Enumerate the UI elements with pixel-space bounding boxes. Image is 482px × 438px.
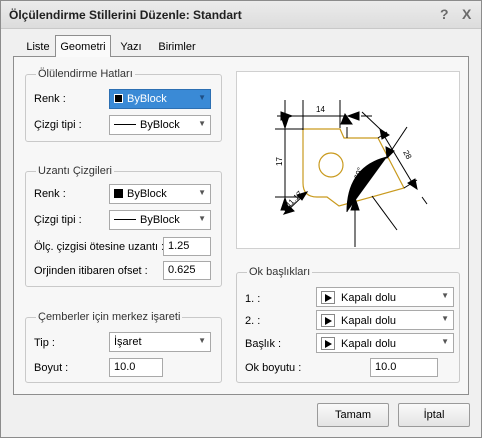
combo-value: İşaret: [114, 336, 142, 348]
ok-button[interactable]: Tamam: [317, 403, 389, 427]
chevron-down-icon: ▼: [441, 314, 449, 323]
chevron-down-icon: ▼: [441, 337, 449, 346]
combo-value: ByBlock: [127, 93, 167, 105]
linetype-label: Çizgi tipi :: [34, 214, 82, 226]
group-title: Ölülendirme Hatları: [36, 68, 135, 80]
linetype-label: Çizgi tipi :: [34, 119, 82, 131]
chevron-down-icon: ▼: [441, 291, 449, 300]
center-mark-type-label: Tip :: [34, 337, 55, 349]
offset-origin-label: Orjinden itibaren ofset :: [34, 265, 148, 277]
chevron-down-icon: ▼: [198, 119, 206, 128]
tab-liste[interactable]: Liste: [21, 37, 55, 57]
leader-arrow-label: Başlık :: [245, 338, 282, 350]
filled-arrow-icon: [321, 337, 335, 350]
extend-beyond-input[interactable]: 1.25: [163, 237, 211, 256]
tab-birimler[interactable]: Birimler: [152, 37, 202, 57]
line-sample: [114, 124, 136, 125]
group-title: Çemberler için merkez işareti: [36, 311, 183, 323]
combo-value: ByBlock: [127, 188, 167, 200]
arrow-size-label: Ok boyutu :: [245, 362, 302, 374]
title-bar[interactable]: Ölçülendirme Stillerini Düzenle: Standar…: [1, 1, 481, 29]
leader-arrow-select[interactable]: Kapalı dolu ▼: [316, 333, 454, 353]
combo-value: Kapalı dolu: [341, 338, 397, 350]
combo-value: ByBlock: [140, 214, 180, 226]
offset-origin-input[interactable]: 0.625: [163, 261, 211, 280]
arrow-size-input[interactable]: 10.0: [370, 358, 438, 377]
chevron-down-icon: ▼: [198, 93, 206, 102]
color-label: Renk :: [34, 93, 66, 105]
center-mark-size-input[interactable]: 10.0: [109, 358, 163, 377]
group-title: Ok başlıkları: [247, 266, 313, 278]
extension-line-linetype-select[interactable]: ByBlock ▼: [109, 210, 211, 230]
second-arrow-label: 2. :: [245, 315, 261, 327]
filled-arrow-icon: [321, 291, 335, 304]
second-arrow-select[interactable]: Kapalı dolu ▼: [316, 310, 454, 330]
cancel-button[interactable]: İptal: [398, 403, 470, 427]
group-title: Uzantı Çizgileri: [36, 165, 114, 177]
combo-value: ByBlock: [140, 119, 180, 131]
help-icon[interactable]: ?: [440, 6, 449, 22]
filled-arrow-icon: [321, 314, 335, 327]
window-title: Ölçülendirme Stillerini Düzenle: Standar…: [9, 8, 242, 22]
combo-value: Kapalı dolu: [341, 315, 397, 327]
combo-value: Kapalı dolu: [341, 292, 397, 304]
dimension-line-color-select[interactable]: ByBlock ▼: [109, 89, 211, 109]
color-swatch: [114, 189, 123, 198]
dimension-preview: 14 17 28 60° R11.17: [236, 71, 460, 249]
chevron-down-icon: ▼: [198, 336, 206, 345]
dim-text-left: 17: [275, 157, 284, 166]
color-swatch: [114, 94, 123, 103]
chevron-down-icon: ▼: [198, 214, 206, 223]
dim-text-diagonal: 28: [401, 149, 413, 162]
dialog-window: Ölçülendirme Stillerini Düzenle: Standar…: [0, 0, 482, 438]
tab-yazi[interactable]: Yazı: [116, 37, 146, 57]
extend-beyond-label: Ölç. çizgisi ötesine uzantı :: [34, 241, 165, 253]
preview-drawing: 14 17 28 60° R11.17: [275, 100, 428, 247]
extension-line-color-select[interactable]: ByBlock ▼: [109, 184, 211, 204]
first-arrow-select[interactable]: Kapalı dolu ▼: [316, 287, 454, 307]
color-label: Renk :: [34, 188, 66, 200]
line-sample: [114, 219, 136, 220]
chevron-down-icon: ▼: [198, 188, 206, 197]
center-mark-size-label: Boyut :: [34, 362, 69, 374]
dim-text-top: 14: [316, 105, 325, 114]
close-icon[interactable]: X: [462, 6, 471, 22]
center-mark-type-select[interactable]: İşaret ▼: [109, 332, 211, 352]
first-arrow-label: 1. :: [245, 293, 261, 305]
dimension-line-linetype-select[interactable]: ByBlock ▼: [109, 115, 211, 135]
preview-dimension-lines: [275, 100, 428, 247]
tab-geometri[interactable]: Geometri: [55, 35, 111, 57]
